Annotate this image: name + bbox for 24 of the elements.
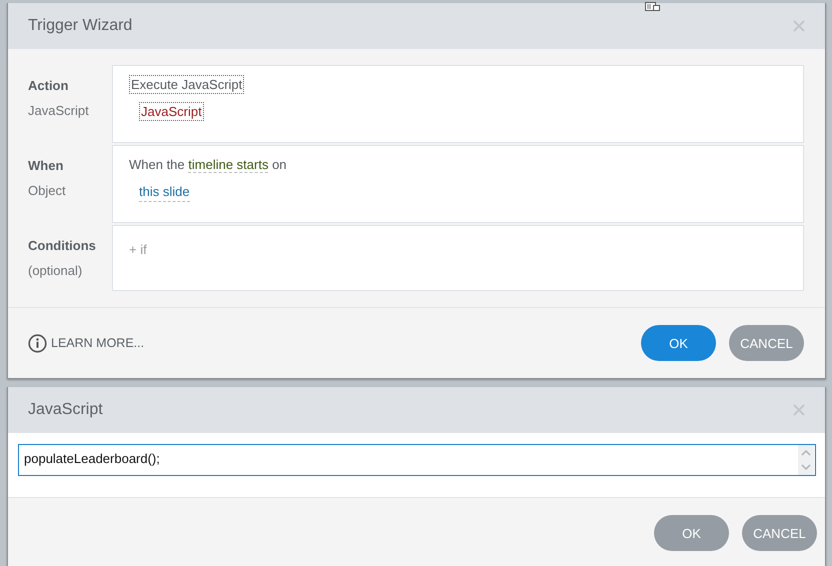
code-field[interactable]: populateLeaderboard(); — [18, 444, 816, 476]
field-label: Action — [28, 78, 70, 93]
object-link[interactable]: this slide — [139, 182, 190, 202]
ok-button[interactable]: OK — [654, 515, 729, 551]
dialog-title: Trigger Wizard — [28, 17, 132, 35]
value-choice[interactable]: JavaScript — [139, 102, 204, 121]
scroll-arrows-icon[interactable] — [798, 445, 814, 475]
action-choice[interactable]: Execute JavaScript — [129, 75, 244, 94]
close-icon[interactable] — [793, 404, 805, 416]
field-label: When — [28, 158, 64, 173]
cancel-button[interactable]: CANCEL — [742, 515, 817, 551]
sentence-text: When the timeline starts on — [129, 156, 287, 174]
dialog-title: JavaScript — [28, 401, 103, 419]
learn-more-link[interactable]: LEARN MORE... — [28, 334, 144, 352]
field-sublabel: (optional) — [28, 263, 84, 278]
event-link[interactable]: timeline starts — [188, 157, 268, 173]
add-condition-link[interactable]: + if — [129, 242, 147, 257]
close-icon[interactable] — [793, 20, 805, 32]
field-sublabel: Object — [28, 183, 67, 198]
cancel-button[interactable]: CANCEL — [729, 325, 804, 361]
field-label: Conditions — [28, 238, 97, 253]
field-sublabel: JavaScript — [28, 103, 90, 118]
ok-button[interactable]: OK — [641, 325, 716, 361]
info-icon — [28, 334, 47, 352]
